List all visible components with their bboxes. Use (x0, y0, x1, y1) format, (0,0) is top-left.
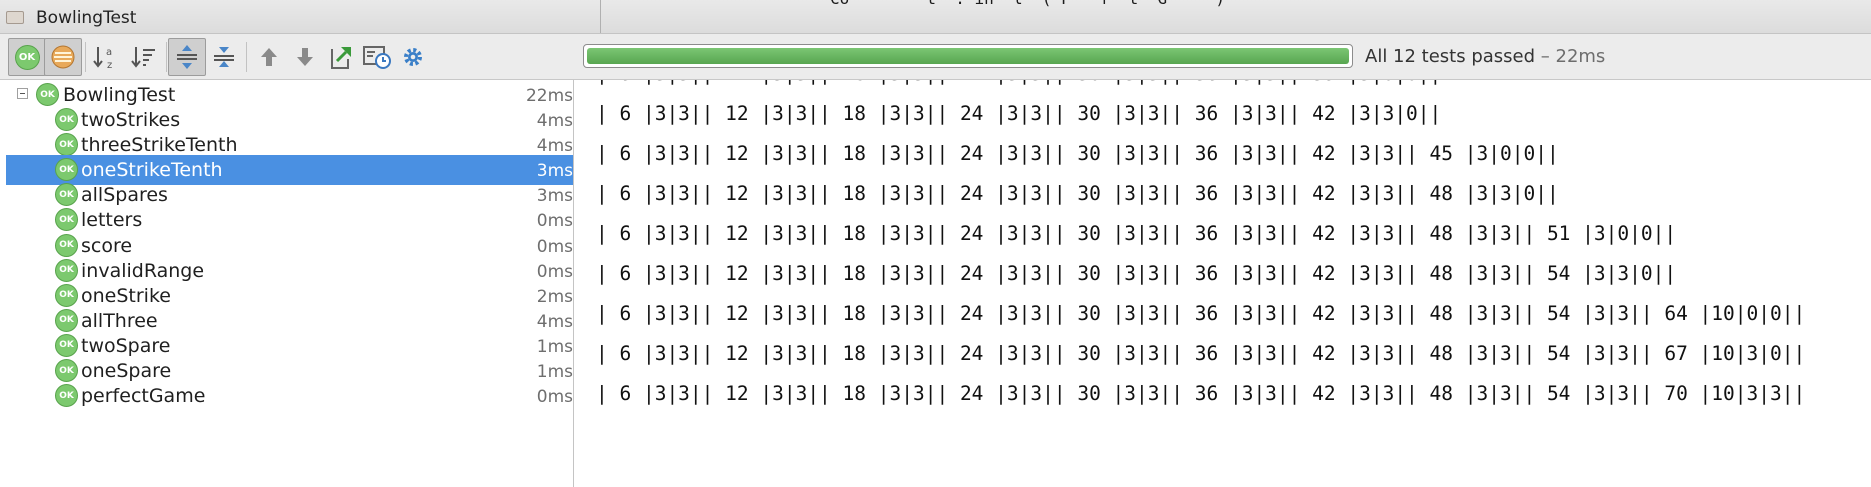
tree-item-label: twoStrikes (81, 109, 181, 131)
tree-item-label: BowlingTest (63, 84, 176, 106)
history-icon (363, 46, 391, 69)
tree-item-label: allThree (81, 309, 158, 332)
sort-alphabetically-button[interactable]: a z (87, 38, 125, 76)
toolbar-separator (85, 42, 86, 72)
ok-icon: OK (55, 133, 78, 157)
tree-item-time: 0ms (536, 261, 573, 282)
arrow-up-icon (261, 48, 277, 66)
tree-item-label: invalidRange (81, 259, 205, 282)
ok-icon: OK (55, 158, 78, 182)
toolbar-separator (246, 42, 247, 72)
tree-item-label: twoSpare (81, 334, 171, 357)
test-tree: OK BowlingTest 22ms OK twoStrikes 4ms OK thr… (0, 80, 573, 487)
tree-item-time: 2ms (536, 286, 573, 307)
tree-item-label: score (81, 234, 133, 257)
tree-item-time: 1ms (536, 362, 573, 382)
console-line: | 6 |3|3|| 12 |3|3|| 18 |3|3|| 24 |3|3||… (596, 142, 1559, 165)
expand-all-icon (177, 45, 197, 69)
gear-icon (404, 48, 422, 66)
collapse-all-icon (214, 47, 234, 67)
tree-item-time: 3ms (536, 161, 573, 182)
sort-duration-icon (131, 47, 155, 68)
console-line: | 6 |3|3|| 12 |3|3|| 18 |3|3|| 24 |3|3||… (596, 302, 1806, 325)
progress-fill (587, 48, 1349, 64)
next-failed-button[interactable] (286, 38, 324, 76)
test-history-button[interactable] (358, 38, 396, 76)
tree-item-label: letters (81, 209, 143, 232)
tree-item-time: 0ms (536, 211, 573, 232)
test-status: All 12 tests passed – 22ms (1365, 46, 1605, 67)
ok-icon: OK (55, 359, 78, 382)
settings-button[interactable] (394, 38, 432, 76)
tree-item-time: 22ms (525, 86, 573, 106)
window-icon (6, 11, 24, 24)
console-line: | 6 |3|3|| 12 |3|3|| 18 |3|3|| 24 |3|3||… (596, 80, 1441, 85)
ok-icon: OK (55, 384, 78, 408)
collapse-all-button[interactable] (205, 38, 243, 76)
console-line: | 6 |3|3|| 12 |3|3|| 18 |3|3|| 24 |3|3||… (596, 382, 1806, 405)
ok-icon: OK (14, 44, 40, 70)
tree-item-label: oneSpare (81, 360, 172, 382)
console-line: | 6 |3|3|| 12 |3|3|| 18 |3|3|| 24 |3|3||… (596, 262, 1677, 285)
ok-icon: OK (55, 258, 78, 282)
tree-item-time: 1ms (536, 336, 573, 357)
tree-item-time: 0ms (536, 387, 573, 408)
export-results-button[interactable] (322, 38, 360, 76)
ok-icon: OK (55, 308, 78, 332)
editor-splitter[interactable] (600, 0, 601, 33)
ignored-icon (51, 45, 75, 69)
toolbar-separator (166, 42, 167, 72)
tree-item-time: 4ms (536, 136, 573, 157)
svg-text:a: a (106, 47, 112, 58)
tree-item-label: allSpares (81, 184, 168, 207)
status-duration: – 22ms (1535, 46, 1606, 67)
test-progress-bar (583, 44, 1353, 68)
tree-item-label: oneStrike (81, 284, 171, 307)
show-ignored-button[interactable] (44, 38, 82, 76)
tree-item-label: perfectGame (81, 385, 206, 408)
ok-icon: OK (55, 108, 78, 131)
tree-item-time: 0ms (536, 236, 573, 257)
console-line: | 6 |3|3|| 12 |3|3|| 18 |3|3|| 24 |3|3||… (596, 182, 1559, 205)
tree-item-time: 4ms (536, 111, 573, 131)
console-line: | 6 |3|3|| 12 |3|3|| 18 |3|3|| 24 |3|3||… (596, 222, 1677, 245)
title-bar: BowlingTest Co t . in l ("P f t G ") (0, 0, 1871, 34)
ok-icon: OK (55, 283, 78, 307)
background-code-fragment: Co t . in l ("P f t G ") (830, 0, 1225, 8)
ok-icon: OK (55, 183, 78, 207)
sort-by-duration-button[interactable] (125, 38, 163, 76)
tree-item-time: 3ms (536, 186, 573, 207)
show-passed-button[interactable]: OK (8, 38, 46, 76)
window-title: BowlingTest (36, 8, 137, 28)
ok-icon: OK (36, 83, 59, 106)
tree-item-label: threeStrikeTenth (81, 134, 238, 157)
tree-item-time: 4ms (536, 311, 573, 332)
ok-icon: OK (55, 333, 78, 357)
tree-item-perfectGame[interactable]: OK perfectGame 0ms (6, 381, 573, 411)
expand-all-button[interactable] (168, 38, 206, 76)
tree-item-label: oneStrikeTenth (81, 159, 223, 182)
console-line: | 6 |3|3|| 12 |3|3|| 18 |3|3|| 24 |3|3||… (596, 342, 1806, 365)
status-text: All 12 tests passed (1365, 46, 1536, 67)
collapse-toggle-icon[interactable] (17, 88, 28, 99)
arrow-down-icon (297, 48, 313, 66)
sort-alpha-icon: a z (93, 47, 112, 71)
ok-icon: OK (55, 233, 78, 257)
console-line: | 6 |3|3|| 12 |3|3|| 18 |3|3|| 24 |3|3||… (596, 102, 1442, 125)
export-icon (331, 47, 351, 69)
console-output[interactable]: | 6 |3|3|| 12 |3|3|| 18 |3|3|| 24 |3|3||… (574, 80, 1871, 487)
previous-failed-button[interactable] (250, 38, 288, 76)
test-runner-toolbar: OK a z All 12 tests passed – 22ms (0, 34, 1871, 80)
ok-icon: OK (55, 208, 78, 232)
svg-text:z: z (107, 60, 112, 71)
